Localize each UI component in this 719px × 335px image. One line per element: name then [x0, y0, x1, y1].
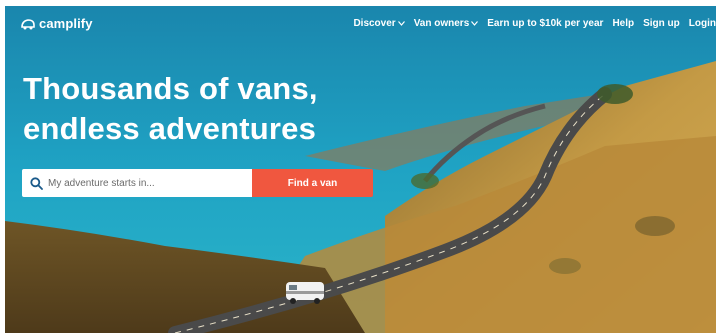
nav-item-login[interactable]: Login [689, 18, 716, 29]
hero-banner: camplify Discover Van owners Earn up to … [5, 6, 716, 333]
nav-item-earn[interactable]: Earn up to $10k per year [487, 18, 603, 29]
nav-item-label: Login [688, 18, 716, 29]
search-icon [30, 176, 43, 190]
hero-title-line-2: endless adventures [23, 111, 317, 146]
nav-item-label: Discover [353, 18, 396, 29]
top-navigation: camplify Discover Van owners Earn up to … [5, 6, 716, 40]
nav-item-sign-up[interactable]: Sign up [643, 18, 680, 29]
hero-title: Thousands of vans, endless adventures [23, 69, 318, 149]
find-a-van-button[interactable]: Find a van [252, 169, 373, 197]
nav-item-label: Sign up [643, 18, 680, 29]
location-search-input[interactable] [48, 177, 238, 189]
chevron-down-icon [471, 21, 479, 26]
nav-item-van-owners[interactable]: Van owners [414, 18, 479, 29]
nav-item-label: Van owners [413, 18, 470, 29]
nav-item-help[interactable]: Help [612, 18, 634, 29]
nav-item-discover[interactable]: Discover [353, 18, 405, 29]
chevron-down-icon [397, 21, 405, 26]
camper-van-icon [21, 18, 35, 29]
nav-item-label: Help [612, 18, 635, 29]
nav-links: Discover Van owners Earn up to $10k per … [344, 18, 716, 29]
brand-name: camplify [39, 16, 93, 31]
hero-title-line-1: Thousands of vans, [23, 71, 318, 106]
nav-item-label: Earn up to $10k per year [487, 18, 604, 29]
camplify-logo[interactable]: camplify [20, 16, 93, 31]
search-box[interactable] [22, 169, 252, 197]
